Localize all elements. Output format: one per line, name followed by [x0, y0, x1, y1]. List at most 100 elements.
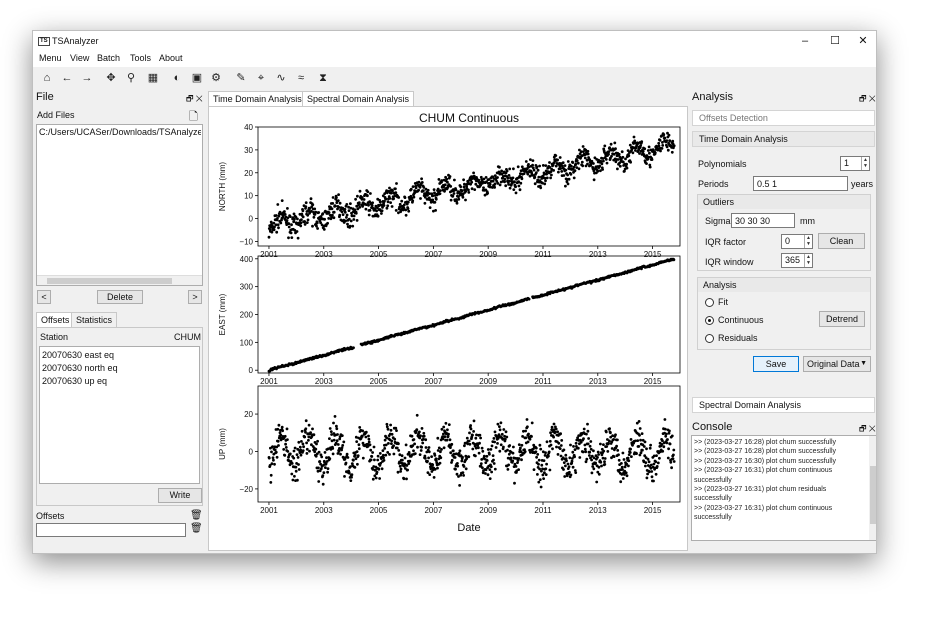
- data-point: [332, 438, 336, 442]
- y-axis-label: UP (mm): [218, 428, 227, 460]
- data-point: [270, 462, 274, 466]
- sigma-input[interactable]: 30 30 30: [731, 213, 795, 228]
- data-point: [603, 460, 606, 464]
- menu-menu[interactable]: Menu: [39, 53, 62, 63]
- data-point: [272, 458, 275, 462]
- data-point: [644, 461, 648, 464]
- file-path-item[interactable]: C:/Users/UCASer/Downloads/TSAnalyzer-v: [39, 127, 201, 137]
- menu-view[interactable]: View: [70, 53, 89, 63]
- data-point: [366, 190, 370, 194]
- data-point: [448, 175, 452, 178]
- zoom-icon[interactable]: ⚲: [123, 70, 139, 86]
- pen-icon[interactable]: ✎: [233, 70, 249, 86]
- trash-icon[interactable]: 🗑: [190, 510, 203, 521]
- wave-icon[interactable]: ∿: [273, 70, 289, 86]
- wave2-icon[interactable]: ≈: [293, 70, 309, 86]
- file-list[interactable]: C:/Users/UCASer/Downloads/TSAnalyzer-v: [36, 124, 203, 286]
- file-panel-controls[interactable]: 🗗 ✕: [186, 93, 203, 107]
- data-point: [557, 170, 560, 174]
- data-point: [625, 166, 629, 170]
- clean-button[interactable]: Clean: [818, 233, 865, 249]
- menu-batch[interactable]: Batch: [97, 53, 120, 63]
- tab-offsets[interactable]: Offsets: [36, 312, 75, 327]
- detrend-button[interactable]: Detrend: [819, 311, 865, 327]
- marker-icon[interactable]: ⧗: [315, 70, 331, 86]
- console-line: >> (2023-03-27 16:28) plot chum successf…: [694, 448, 837, 456]
- trash-icon-2[interactable]: 🗑: [190, 523, 203, 534]
- list-item[interactable]: 20070630 east eq: [42, 350, 114, 360]
- data-select-dropdown[interactable]: Original Data ▼: [803, 356, 871, 372]
- grid-icon[interactable]: ▦: [145, 70, 161, 86]
- offsets-list[interactable]: 20070630 east eq 20070630 north eq 20070…: [39, 346, 200, 484]
- radio-continuous[interactable]: [705, 316, 714, 325]
- data-point: [446, 180, 449, 184]
- list-item[interactable]: 20070630 north eq: [42, 363, 118, 373]
- data-point: [442, 446, 446, 450]
- data-point: [625, 474, 629, 478]
- data-point: [443, 435, 447, 439]
- data-point: [544, 164, 548, 167]
- data-point: [290, 236, 294, 240]
- offsets-input[interactable]: [36, 523, 186, 537]
- console-output[interactable]: >> (2023-03-27 16:28) plot chum successf…: [691, 435, 876, 541]
- offsets-detection-section[interactable]: Offsets Detection: [692, 110, 875, 126]
- data-point: [655, 454, 658, 457]
- data-point: [560, 439, 564, 442]
- data-point: [658, 138, 662, 142]
- data-point: [401, 458, 404, 462]
- data-point: [506, 448, 509, 452]
- settings-icon[interactable]: ⚙: [208, 70, 224, 86]
- pan-icon[interactable]: ✥: [103, 70, 119, 86]
- spectral-domain-section[interactable]: Spectral Domain Analysis: [692, 397, 875, 413]
- pie-icon[interactable]: ◐: [169, 70, 185, 86]
- data-point: [498, 428, 502, 432]
- radio-fit[interactable]: [705, 298, 714, 307]
- data-point: [326, 467, 330, 470]
- menu-tools[interactable]: Tools: [130, 53, 151, 63]
- forward-arrow-icon[interactable]: →: [79, 70, 95, 86]
- maximize-button[interactable]: ☐: [821, 33, 849, 49]
- console-line: >> (2023-03-27 16:30) plot chum successf…: [694, 457, 837, 465]
- data-point: [388, 453, 391, 456]
- nav-left-button[interactable]: <: [37, 290, 51, 304]
- radio-residuals[interactable]: [705, 334, 714, 343]
- nav-right-button[interactable]: >: [188, 290, 202, 304]
- analysis-panel-controls[interactable]: 🗗 ✕: [859, 93, 876, 107]
- tab-statistics[interactable]: Statistics: [71, 312, 118, 327]
- x-tick-label: 2013: [589, 506, 607, 515]
- minimize-button[interactable]: –: [791, 33, 819, 49]
- data-point: [431, 463, 435, 467]
- menu-about[interactable]: About: [159, 53, 183, 63]
- iqr-window-spinbox[interactable]: 365 ▲ ▼: [781, 253, 813, 268]
- radio-fit-label: Fit: [718, 297, 728, 307]
- data-point: [520, 177, 524, 181]
- fit-icon[interactable]: ⌖: [253, 70, 269, 86]
- polynomials-spinbox[interactable]: 1 ▲ ▼: [840, 156, 870, 171]
- image-icon[interactable]: ▣: [189, 70, 205, 86]
- data-point: [421, 441, 425, 445]
- close-window-button[interactable]: ✕: [849, 33, 876, 49]
- data-point: [537, 480, 541, 484]
- data-point: [672, 144, 676, 148]
- radio-continuous-label: Continuous: [718, 315, 764, 325]
- console-scrollbar[interactable]: [869, 436, 876, 540]
- data-point: [586, 149, 590, 153]
- data-point: [397, 442, 400, 446]
- data-point: [329, 430, 333, 433]
- data-point: [554, 154, 558, 157]
- horizontal-scrollbar[interactable]: [37, 275, 202, 285]
- write-button[interactable]: Write: [158, 488, 202, 503]
- tab-time-domain[interactable]: Time Domain Analysis: [208, 91, 307, 106]
- periods-input[interactable]: 0.5 1: [753, 176, 848, 191]
- save-button[interactable]: Save: [753, 356, 799, 372]
- data-point: [652, 479, 655, 483]
- iqr-factor-spinbox[interactable]: 0 ▲ ▼: [781, 234, 813, 249]
- time-domain-section[interactable]: Time Domain Analysis: [692, 131, 875, 147]
- list-item[interactable]: 20070630 up eq: [42, 376, 107, 386]
- data-point: [516, 461, 519, 464]
- data-point: [548, 439, 552, 443]
- back-arrow-icon[interactable]: ←: [59, 70, 75, 86]
- tab-spectral-domain[interactable]: Spectral Domain Analysis: [302, 91, 415, 106]
- delete-button[interactable]: Delete: [97, 290, 143, 304]
- home-icon[interactable]: ⌂: [39, 70, 55, 86]
